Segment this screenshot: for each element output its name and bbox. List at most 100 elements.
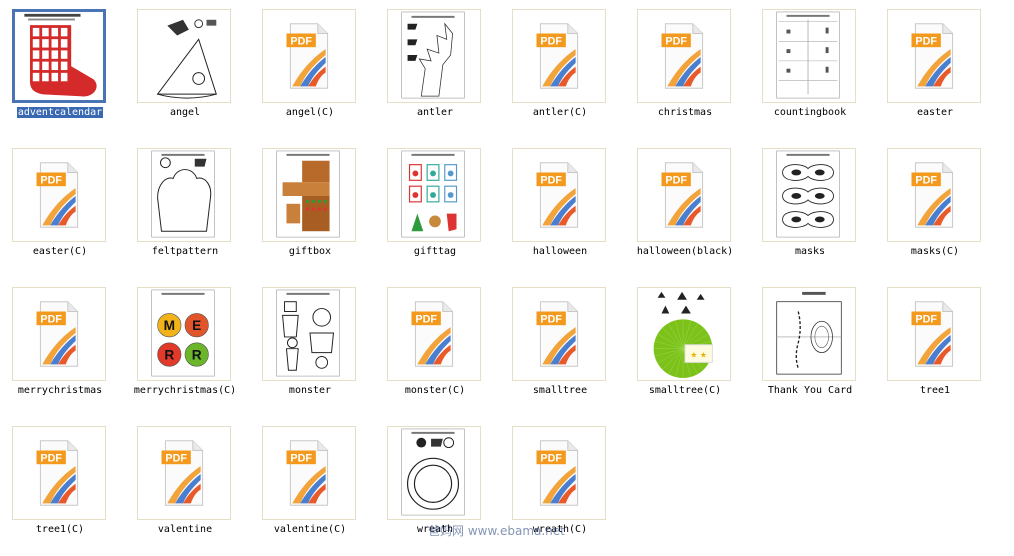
- file-thumbnail[interactable]: PDF: [262, 9, 356, 103]
- file-item[interactable]: PDF tree1: [877, 278, 1002, 417]
- file-name-text: monster(C): [404, 385, 466, 396]
- file-name-label[interactable]: angel(C): [252, 106, 368, 119]
- angel-pattern-thumbnail: [138, 10, 230, 102]
- file-item[interactable]: PDF smalltree: [502, 278, 627, 417]
- file-name-label[interactable]: masks(C): [877, 245, 993, 258]
- file-thumbnail[interactable]: PDF: [637, 9, 731, 103]
- file-name-label[interactable]: monster(C): [377, 384, 493, 397]
- pdf-badge: PDF: [536, 33, 566, 47]
- file-item[interactable]: PDF halloween: [502, 139, 627, 278]
- file-item[interactable]: PDF valentine(C): [252, 417, 377, 556]
- file-item[interactable]: PDF antler(C): [502, 0, 627, 139]
- file-item[interactable]: monster: [252, 278, 377, 417]
- felt-pattern-thumbnail: [151, 150, 215, 238]
- pdf-file-icon: PDF: [536, 301, 579, 367]
- file-name-label[interactable]: adventcalendar: [2, 106, 118, 119]
- file-item[interactable]: giftbox: [252, 139, 377, 278]
- file-name-label[interactable]: tree1(C): [2, 523, 118, 536]
- file-item[interactable]: angel: [127, 0, 252, 139]
- file-thumbnail[interactable]: PDF: [512, 287, 606, 381]
- file-item[interactable]: ★ ★ smalltree(C): [627, 278, 752, 417]
- file-thumbnail[interactable]: [262, 287, 356, 381]
- file-item[interactable]: Thank You Card: [752, 278, 877, 417]
- file-name-label[interactable]: halloween(black): [627, 245, 743, 258]
- file-item[interactable]: PDF christmas: [627, 0, 752, 139]
- pdf-file-icon: PDF: [36, 440, 79, 506]
- pdf-file-icon: PDF: [36, 162, 79, 228]
- file-thumbnail[interactable]: ★ ★: [637, 287, 731, 381]
- file-name-label[interactable]: merrychristmas(C): [127, 384, 243, 397]
- file-item[interactable]: adventcalendar: [2, 0, 127, 139]
- file-name-label[interactable]: giftbox: [252, 245, 368, 258]
- file-name-label[interactable]: merrychristmas: [2, 384, 118, 397]
- file-name-label[interactable]: smalltree(C): [627, 384, 743, 397]
- pdf-badge: PDF: [161, 450, 191, 464]
- file-name-text: easter: [916, 107, 954, 118]
- file-name-label[interactable]: feltpattern: [127, 245, 243, 258]
- file-item[interactable]: PDF angel(C): [252, 0, 377, 139]
- file-name-text: smalltree(C): [648, 385, 722, 396]
- file-name-label[interactable]: valentine: [127, 523, 243, 536]
- file-name-label[interactable]: tree1: [877, 384, 993, 397]
- file-thumbnail[interactable]: PDF: [512, 426, 606, 520]
- svg-text:PDF: PDF: [40, 174, 62, 186]
- file-item[interactable]: masks: [752, 139, 877, 278]
- wreath-pattern-thumbnail: [401, 428, 465, 516]
- file-thumbnail[interactable]: [262, 148, 356, 242]
- file-item[interactable]: feltpattern: [127, 139, 252, 278]
- file-thumbnail[interactable]: [137, 148, 231, 242]
- file-item[interactable]: PDF merrychristmas: [2, 278, 127, 417]
- file-name-label[interactable]: halloween: [502, 245, 618, 258]
- file-thumbnail[interactable]: [762, 148, 856, 242]
- file-thumbnail[interactable]: PDF: [12, 148, 106, 242]
- file-thumbnail[interactable]: [762, 9, 856, 103]
- file-thumbnail[interactable]: PDF: [512, 148, 606, 242]
- file-item[interactable]: PDF halloween(black): [627, 139, 752, 278]
- file-name-label[interactable]: angel: [127, 106, 243, 119]
- file-thumbnail[interactable]: PDF: [887, 287, 981, 381]
- file-item[interactable]: PDF tree1(C): [2, 417, 127, 556]
- file-thumbnail[interactable]: [762, 287, 856, 381]
- file-thumbnail[interactable]: [387, 426, 481, 520]
- file-thumbnail[interactable]: PDF: [387, 287, 481, 381]
- file-name-label[interactable]: smalltree: [502, 384, 618, 397]
- file-item[interactable]: PDF masks(C): [877, 139, 1002, 278]
- file-thumbnail[interactable]: PDF: [12, 287, 106, 381]
- file-item[interactable]: antler: [377, 0, 502, 139]
- file-name-label[interactable]: easter(C): [2, 245, 118, 258]
- file-thumbnail[interactable]: PDF: [887, 148, 981, 242]
- file-item[interactable]: PDF easter(C): [2, 139, 127, 278]
- file-item[interactable]: PDF easter: [877, 0, 1002, 139]
- pdf-file-icon: PDF: [536, 162, 579, 228]
- file-name-label[interactable]: Thank You Card: [752, 384, 868, 397]
- file-thumbnail[interactable]: MERR: [137, 287, 231, 381]
- file-item[interactable]: PDF monster(C): [377, 278, 502, 417]
- file-thumbnail[interactable]: PDF: [12, 426, 106, 520]
- file-item[interactable]: PDF valentine: [127, 417, 252, 556]
- pdf-file-icon: PDF: [911, 162, 954, 228]
- file-thumbnail[interactable]: PDF: [137, 426, 231, 520]
- file-thumbnail[interactable]: [387, 9, 481, 103]
- file-thumbnail[interactable]: [137, 9, 231, 103]
- file-name-text: antler(C): [532, 107, 588, 118]
- file-thumbnail[interactable]: PDF: [887, 9, 981, 103]
- file-name-label[interactable]: countingbook: [752, 106, 868, 119]
- file-item[interactable]: gifttag: [377, 139, 502, 278]
- file-name-label[interactable]: gifttag: [377, 245, 493, 258]
- file-name-text: valentine: [157, 524, 213, 535]
- file-thumbnail[interactable]: [12, 9, 106, 103]
- file-thumbnail[interactable]: PDF: [637, 148, 731, 242]
- monster-puppet-thumbnail: [276, 289, 340, 377]
- file-name-label[interactable]: valentine(C): [252, 523, 368, 536]
- file-thumbnail[interactable]: PDF: [262, 426, 356, 520]
- file-thumbnail[interactable]: [387, 148, 481, 242]
- file-name-label[interactable]: antler: [377, 106, 493, 119]
- file-item[interactable]: M E R R merrychristmas(C): [127, 278, 252, 417]
- file-item[interactable]: countingbook: [752, 0, 877, 139]
- file-thumbnail[interactable]: PDF: [512, 9, 606, 103]
- file-name-label[interactable]: easter: [877, 106, 993, 119]
- file-name-label[interactable]: christmas: [627, 106, 743, 119]
- file-name-label[interactable]: masks: [752, 245, 868, 258]
- file-name-label[interactable]: monster: [252, 384, 368, 397]
- file-name-label[interactable]: antler(C): [502, 106, 618, 119]
